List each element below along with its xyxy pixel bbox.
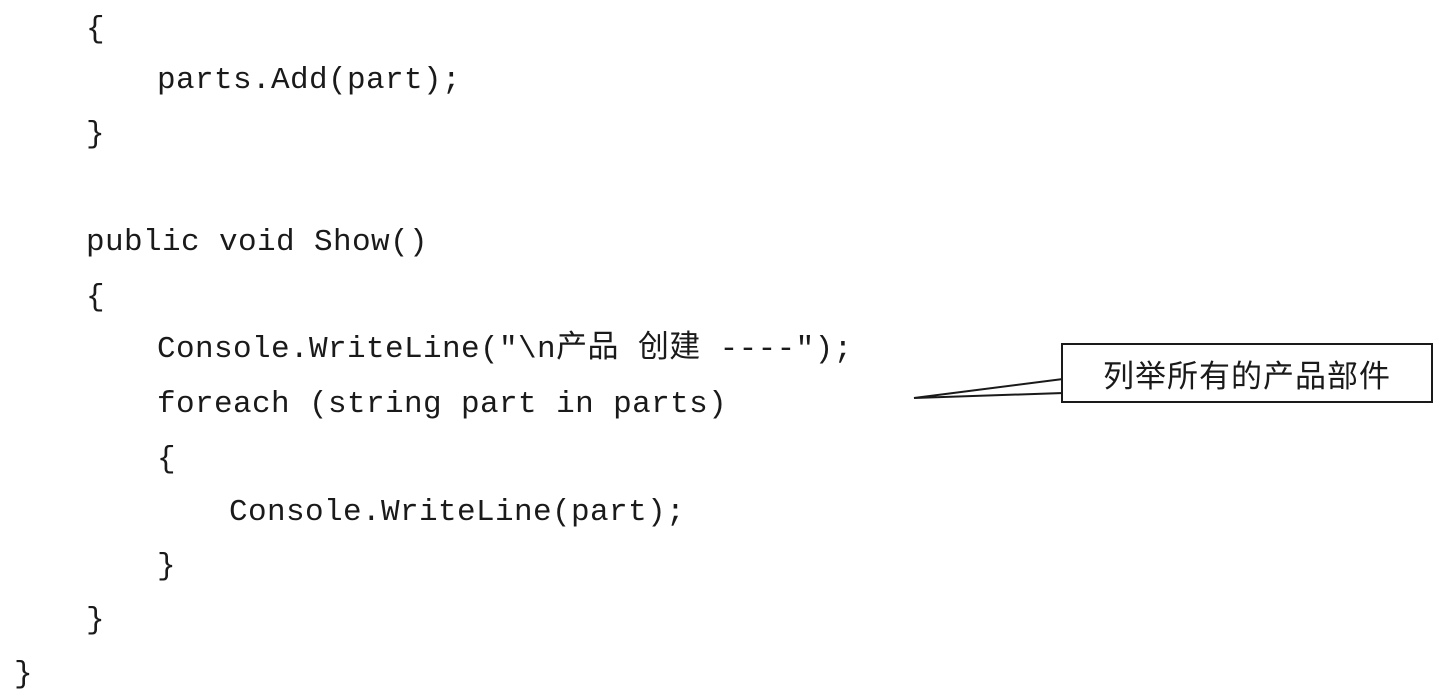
code-line: } xyxy=(86,117,106,152)
code-line: Console.WriteLine("\n产品 创建 ----"); xyxy=(157,332,853,367)
code-line: public void Show() xyxy=(86,225,429,260)
callout-box: 列举所有的产品部件 xyxy=(1061,343,1433,403)
code-line: { xyxy=(86,12,106,47)
code-line: foreach (string part in parts) xyxy=(157,387,728,422)
code-line: Console.WriteLine(part); xyxy=(229,495,686,530)
code-line: parts.Add(part); xyxy=(157,63,462,98)
code-line: } xyxy=(86,603,106,638)
code-listing: { parts.Add(part); } public void Show() … xyxy=(0,0,1449,694)
code-line: } xyxy=(157,549,177,584)
callout-text: 列举所有的产品部件 xyxy=(1103,358,1391,395)
code-line: { xyxy=(157,442,177,477)
code-line: { xyxy=(86,280,106,315)
code-line: } xyxy=(14,657,34,692)
